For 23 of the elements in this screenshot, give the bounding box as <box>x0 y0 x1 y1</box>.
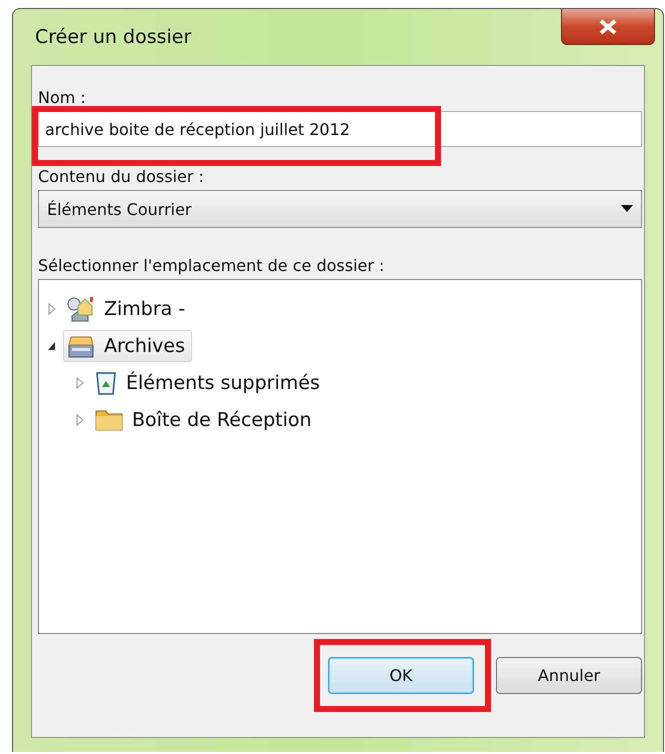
field-label: Nom : <box>38 88 87 107</box>
tree-item[interactable]: Archives <box>63 330 192 362</box>
dropdown-arrow-icon <box>621 205 633 213</box>
dialog-button[interactable]: OK <box>328 657 474 694</box>
content-dropdown[interactable]: Éléments Courrier <box>38 190 642 228</box>
collapsed-arrow-icon[interactable] <box>75 376 85 388</box>
folder-icon <box>94 408 124 432</box>
expanded-arrow-icon[interactable] <box>47 340 57 352</box>
collapsed-arrow-icon[interactable] <box>75 414 85 426</box>
dialog-button[interactable]: Annuler <box>496 657 642 694</box>
recycle-bin-icon <box>94 370 118 396</box>
window-title: Créer un dossier <box>34 26 192 48</box>
collapsed-arrow-icon[interactable] <box>47 302 57 314</box>
tree-item[interactable]: Zimbra - <box>63 292 192 324</box>
close-button[interactable] <box>561 9 655 45</box>
field-label: Contenu du dossier : <box>38 167 205 186</box>
close-icon <box>598 18 618 34</box>
tree-item[interactable]: Éléments supprimés <box>91 366 327 398</box>
house-icon <box>66 296 96 322</box>
tree-item[interactable]: Boîte de Réception <box>91 404 319 434</box>
field-label: Sélectionner l'emplacement de ce dossier : <box>38 256 386 275</box>
dropdown-value: Éléments Courrier <box>47 200 192 218</box>
name-input-field[interactable]: archive boite de réception juillet 2012 <box>38 111 642 147</box>
